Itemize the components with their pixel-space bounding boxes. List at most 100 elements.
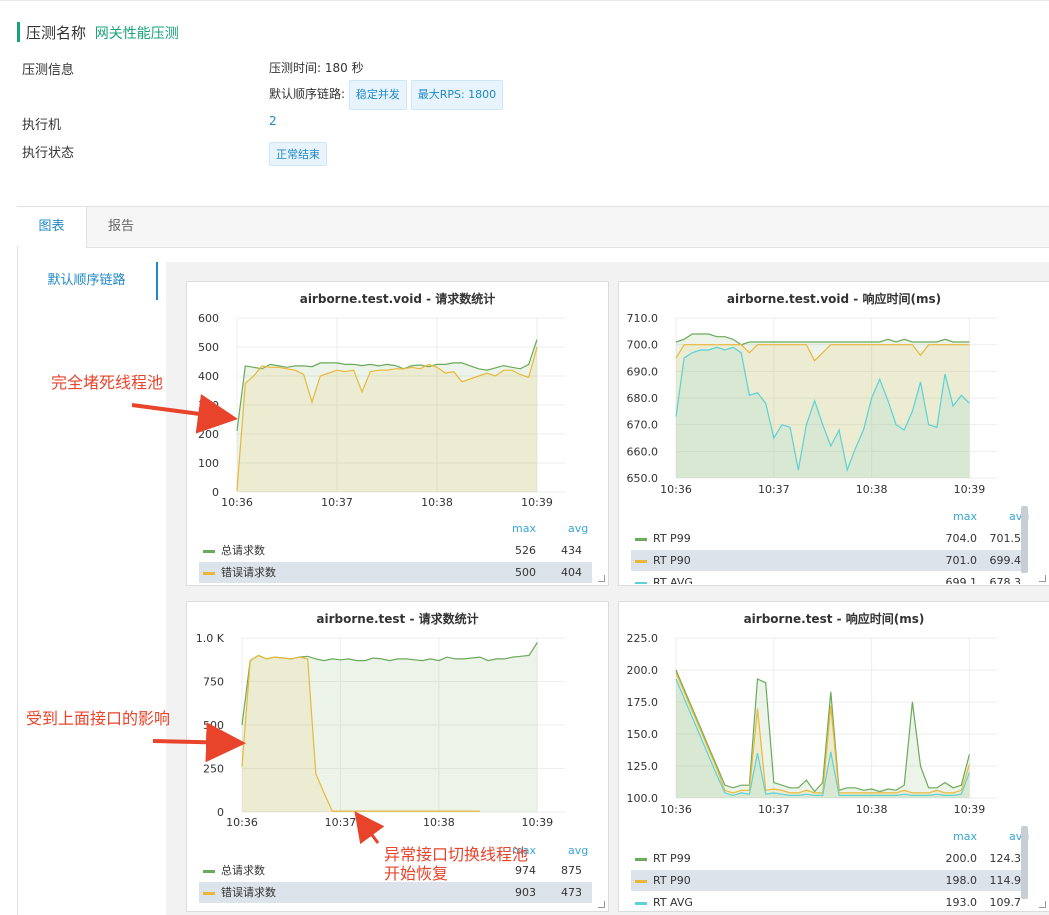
legend-avg-value: 678.3	[989, 576, 1022, 584]
legend-swatch	[203, 892, 215, 895]
legend-max-value: 704.0	[945, 532, 978, 545]
legend-series-name: RT AVG	[653, 576, 693, 584]
legend-row[interactable]: RT P90 198.0 114.9	[631, 870, 1023, 891]
legend-avg-value: 875	[561, 864, 582, 877]
legend-max-value: 193.0	[945, 896, 978, 909]
y-tick-label: 690.0	[627, 365, 659, 378]
x-tick-label: 10:39	[954, 483, 986, 496]
x-tick-label: 10:36	[221, 496, 253, 509]
y-tick-label: 100.0	[627, 792, 659, 805]
legend-swatch	[203, 572, 215, 575]
y-tick-label: 400	[198, 370, 219, 383]
legend-row[interactable]: RT P99 704.0 701.5	[631, 528, 1023, 549]
resize-handle[interactable]	[1039, 901, 1046, 908]
content-left-border	[17, 246, 18, 915]
legend-series-name: 总请求数	[221, 544, 265, 557]
legend-row[interactable]: RT P99 200.0 124.3	[631, 848, 1023, 869]
x-tick-label: 10:37	[758, 803, 790, 816]
y-tick-label: 500	[198, 341, 219, 354]
annotation-recovery: 异常接口切换线程池 开始恢复	[384, 845, 528, 883]
legend-row[interactable]: 总请求数 526 434	[199, 540, 592, 561]
legend-header-max: max	[953, 830, 977, 843]
y-tick-label: 225.0	[627, 632, 659, 645]
legend-swatch	[635, 858, 647, 861]
resize-handle[interactable]	[598, 901, 605, 908]
legend-series-name: 错误请求数	[221, 566, 276, 579]
x-tick-label: 10:37	[321, 496, 353, 509]
legend-swatch	[635, 880, 647, 883]
executor-value-link[interactable]: 2	[269, 114, 277, 128]
legend-row[interactable]: 错误请求数 903 473	[199, 882, 592, 903]
legend-max-value: 500	[515, 566, 536, 579]
resize-handle[interactable]	[1039, 575, 1046, 582]
status-label: 执行状态	[22, 146, 75, 161]
legend-row[interactable]: RT P90 701.0 699.4	[631, 550, 1023, 571]
legend-swatch	[203, 870, 215, 873]
legend-header-avg: avg	[568, 522, 589, 535]
status-badge: 正常结束	[269, 142, 327, 166]
legend-swatch	[635, 538, 647, 541]
legend-series-name: RT P90	[653, 554, 691, 567]
tab-bar: 图表 报告	[17, 206, 1049, 248]
annotation-threadpool-blocked: 完全堵死线程池	[51, 373, 164, 392]
chain-info: 默认顺序链路: 稳定并发 最大RPS: 1800	[269, 80, 504, 110]
y-tick-label: 250	[203, 763, 224, 776]
tab-report[interactable]: 报告	[87, 207, 155, 247]
legend-series-name: 错误请求数	[221, 886, 276, 899]
test-duration: 压测时间: 180 秒	[269, 61, 364, 75]
y-tick-label: 710.0	[627, 312, 659, 325]
legend-series-name: RT P99	[653, 532, 691, 545]
chart-panel-void-requests: airborne.test.void - 请求数统计 600 500 400 300 2…	[186, 281, 609, 586]
x-tick-label: 10:39	[954, 803, 986, 816]
legend-avg-value: 124.3	[989, 852, 1022, 865]
legend-row[interactable]: 错误请求数 500 404	[199, 562, 592, 583]
x-tick-label: 10:38	[856, 803, 888, 816]
test-name-value: 网关性能压测	[94, 26, 179, 42]
legend-avg-value: 473	[561, 886, 582, 899]
legend-series-name: RT P99	[653, 852, 691, 865]
test-name-header: 压测名称 网关性能压测	[17, 22, 179, 42]
y-tick-label: 680.0	[627, 392, 659, 405]
legend-scrollbar[interactable]	[1021, 506, 1028, 573]
tag-stable-concurrency: 稳定并发	[348, 80, 407, 110]
chart-panel-void-latency: airborne.test.void - 响应时间(ms) 710.0 700.0…	[618, 281, 1049, 586]
status-badge-wrap: 正常结束	[269, 142, 327, 166]
legend-scrollbar[interactable]	[1021, 826, 1028, 899]
legend-max-value: 699.1	[945, 576, 978, 584]
legend-swatch	[635, 902, 647, 905]
y-tick-label: 200.0	[627, 664, 659, 677]
x-tick-label: 10:37	[325, 816, 357, 829]
y-tick-label: 750	[203, 676, 224, 689]
x-tick-label: 10:39	[521, 816, 553, 829]
legend-avg-value: 434	[561, 544, 582, 557]
x-tick-label: 10:38	[421, 496, 453, 509]
y-tick-label: 100	[198, 457, 219, 470]
legend-avg-value: 699.4	[989, 554, 1022, 567]
annotation-recovery-line1: 异常接口切换线程池	[384, 845, 529, 864]
x-tick-label: 10:38	[856, 483, 888, 496]
legend-row[interactable]: RT AVG 193.0 109.7	[631, 892, 1023, 910]
y-tick-label: 660.0	[627, 445, 659, 458]
legend-row[interactable]: RT AVG 699.1 678.3	[631, 572, 1023, 584]
x-tick-label: 10:36	[660, 483, 692, 496]
legend-header-max: max	[953, 510, 977, 523]
annotation-affected-by-upstream: 受到上面接口的影响	[26, 709, 171, 728]
legend-series-name: RT P90	[653, 874, 691, 887]
y-tick-label: 300	[198, 399, 219, 412]
y-tick-label: 0	[217, 806, 224, 819]
legend-swatch	[635, 560, 647, 563]
resize-handle[interactable]	[598, 575, 605, 582]
x-tick-label: 10:39	[521, 496, 553, 509]
top-border	[0, 0, 1049, 1]
tab-charts[interactable]: 图表	[17, 207, 87, 248]
legend-max-value: 701.0	[945, 554, 978, 567]
x-tick-label: 10:36	[660, 803, 692, 816]
y-tick-label: 125.0	[627, 760, 659, 773]
executor-label: 执行机	[22, 118, 62, 133]
legend-series-name: RT AVG	[653, 896, 693, 909]
y-tick-label: 650.0	[627, 472, 659, 485]
legend-max-value: 200.0	[945, 852, 978, 865]
sidebar-item-default-chain[interactable]: 默认顺序链路	[17, 262, 158, 300]
x-tick-label: 10:38	[423, 816, 455, 829]
y-tick-label: 1.0 K	[196, 632, 225, 645]
